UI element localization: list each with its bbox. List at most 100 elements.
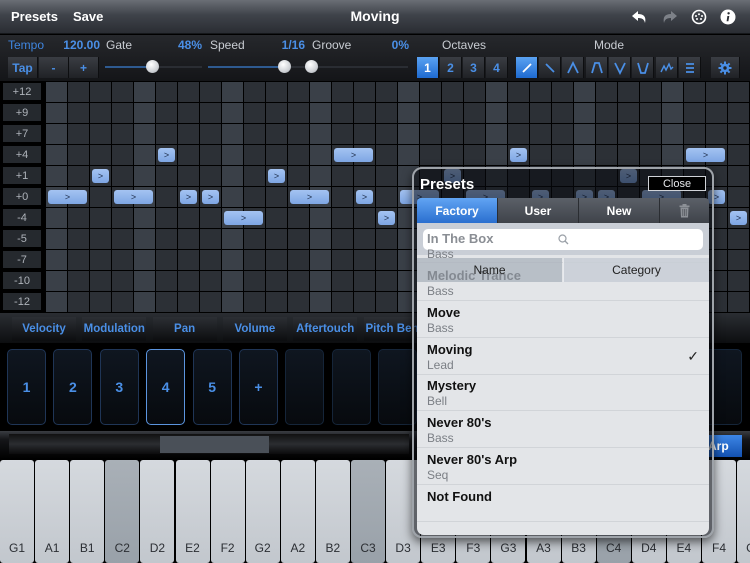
grid-cell[interactable] [46,229,67,249]
grid-cell[interactable] [376,103,397,123]
add-pattern-button[interactable]: + [239,349,278,425]
grid-cell[interactable] [244,271,265,291]
grid-cell[interactable] [596,103,617,123]
preset-row[interactable]: Mystery Bell [417,374,709,412]
grid-cell[interactable] [310,292,331,312]
grid-cell[interactable] [266,82,287,102]
grid-cell[interactable] [200,208,221,228]
mode-button-up[interactable] [516,57,538,78]
grid-cell[interactable] [420,145,441,165]
grid-cell[interactable] [288,103,309,123]
grid-cell[interactable] [68,145,89,165]
grid-cell[interactable] [68,229,89,249]
grid-cell[interactable] [266,103,287,123]
grid-cell[interactable] [244,229,265,249]
grid-cell[interactable] [684,103,705,123]
grid-cell[interactable] [266,250,287,270]
grid-cell[interactable] [200,292,221,312]
grid-cell[interactable] [486,145,507,165]
grid-cell[interactable] [728,250,749,270]
grid-cell[interactable] [134,124,155,144]
grid-cell[interactable] [420,82,441,102]
grid-cell[interactable] [244,166,265,186]
grid-cell[interactable] [574,145,595,165]
empty-pad[interactable] [285,349,325,425]
piano-key-b1[interactable]: B1 [70,460,105,563]
grid-cell[interactable] [134,208,155,228]
note-step[interactable]: > [290,190,329,204]
undo-icon[interactable] [630,7,650,27]
grid-cell[interactable] [552,124,573,144]
grid-cell[interactable] [68,250,89,270]
grid-cell[interactable] [332,103,353,123]
grid-cell[interactable] [112,124,133,144]
close-button[interactable]: Close [648,176,706,191]
grid-cell[interactable] [288,82,309,102]
redo-icon[interactable] [659,7,679,27]
grid-cell[interactable] [420,124,441,144]
grid-cell[interactable] [618,103,639,123]
grid-cell[interactable] [156,187,177,207]
grid-cell[interactable] [46,103,67,123]
midi-icon[interactable] [689,7,709,27]
info-icon[interactable] [718,7,738,27]
grid-cell[interactable] [46,82,67,102]
grid-cell[interactable] [112,229,133,249]
octave-button-3[interactable]: 3 [463,57,485,78]
tab-velocity[interactable]: Velocity [12,317,76,341]
grid-cell[interactable] [288,208,309,228]
grid-cell[interactable] [68,124,89,144]
grid-cell[interactable] [574,82,595,102]
grid-cell[interactable] [376,124,397,144]
grid-cell[interactable] [244,82,265,102]
tempo-minus-button[interactable]: - [39,57,69,78]
tab-pan[interactable]: Pan [152,317,217,341]
grid-cell[interactable] [156,271,177,291]
grid-cell[interactable] [68,271,89,291]
grid-cell[interactable] [178,208,199,228]
grid-cell[interactable] [200,250,221,270]
note-step[interactable]: > [202,190,219,204]
grid-cell[interactable] [112,103,133,123]
grid-cell[interactable] [134,103,155,123]
grid-cell[interactable] [310,103,331,123]
scroll-thumb[interactable] [160,436,269,453]
grid-cell[interactable] [288,250,309,270]
grid-cell[interactable] [90,229,111,249]
note-step[interactable]: > [686,148,725,162]
tap-button[interactable]: Tap [8,57,38,78]
grid-cell[interactable] [178,271,199,291]
preset-row[interactable]: Move Bass [417,301,709,338]
grid-cell[interactable] [310,250,331,270]
grid-cell[interactable] [332,82,353,102]
grid-cell[interactable] [178,229,199,249]
grid-cell[interactable] [288,124,309,144]
grid-cell[interactable] [266,187,287,207]
grid-cell[interactable] [442,103,463,123]
grid-cell[interactable] [112,166,133,186]
grid-cell[interactable] [200,82,221,102]
pattern-pad-1[interactable]: 1 [7,349,46,425]
grid-cell[interactable] [244,145,265,165]
grid-cell[interactable] [222,82,243,102]
grid-cell[interactable] [46,145,67,165]
grid-cell[interactable] [266,271,287,291]
empty-pad[interactable] [331,349,371,425]
grid-cell[interactable] [552,103,573,123]
grid-cell[interactable] [640,124,661,144]
grid-cell[interactable] [354,229,375,249]
grid-cell[interactable] [134,250,155,270]
grid-cell[interactable] [508,82,529,102]
octave-button-1[interactable]: 1 [417,57,439,78]
sort-by-category-button[interactable]: Category [563,258,709,282]
grid-cell[interactable] [244,292,265,312]
mode-button-up-down-inclusive[interactable] [586,57,608,78]
mode-button-random[interactable] [656,57,678,78]
grid-cell[interactable] [618,145,639,165]
grid-cell[interactable] [728,124,749,144]
tab-volume[interactable]: Volume [222,317,287,341]
grid-cell[interactable] [178,124,199,144]
note-step[interactable]: > [92,169,109,183]
grid-cell[interactable] [200,103,221,123]
sort-by-name-button[interactable]: Name [417,258,562,282]
